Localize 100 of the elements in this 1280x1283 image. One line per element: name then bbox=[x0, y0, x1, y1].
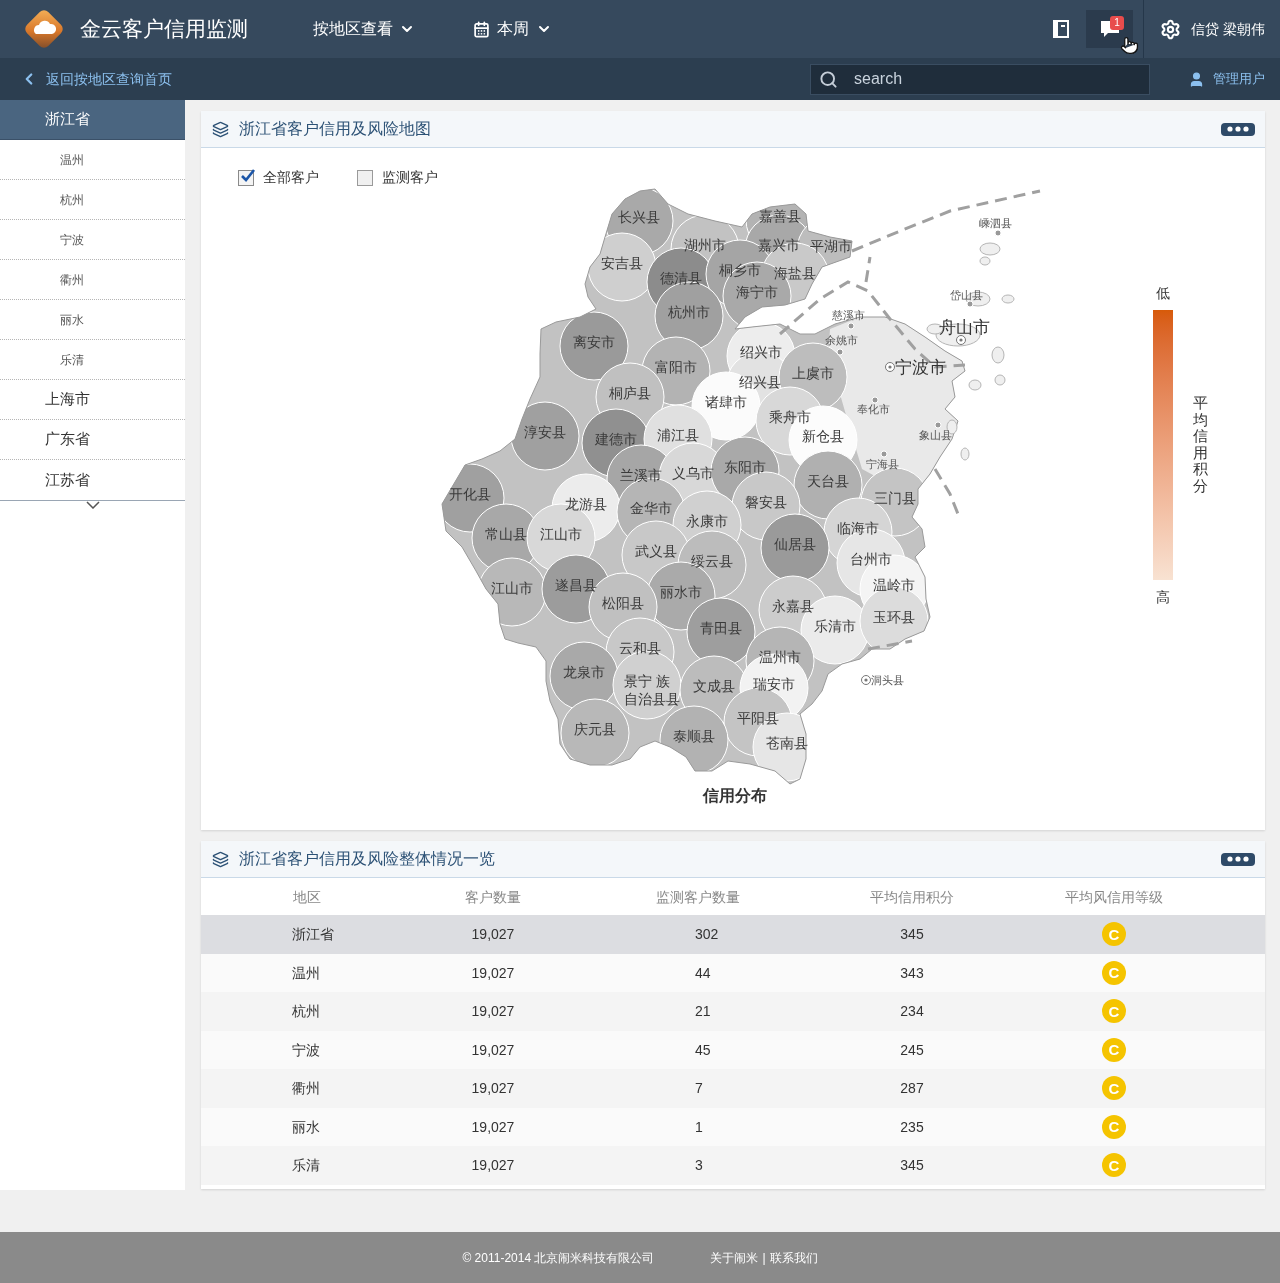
calendar-icon bbox=[473, 20, 490, 38]
table-cell: 343 bbox=[900, 964, 924, 981]
region-dropdown[interactable]: 按地区查看 bbox=[313, 17, 415, 41]
table-row[interactable]: 温州 19,027 44 343 C bbox=[201, 953, 1265, 992]
checkbox[interactable] bbox=[357, 169, 373, 186]
user-icon bbox=[1188, 70, 1205, 88]
grade-badge: C bbox=[1102, 960, 1126, 985]
map-label: 舟山市 bbox=[938, 318, 990, 336]
table-cell: 1 bbox=[695, 1118, 703, 1135]
map-label: 龙游县 bbox=[565, 497, 607, 511]
table-row[interactable]: 宁波 19,027 45 245 C bbox=[201, 1030, 1265, 1069]
map-label: 义乌市 bbox=[672, 466, 714, 480]
column-header: 客户数量 bbox=[465, 888, 521, 905]
map-label: 江山市 bbox=[491, 581, 533, 595]
card-title: 浙江省客户信用及风险整体情况一览 bbox=[239, 849, 495, 869]
period-dropdown[interactable]: 本周 bbox=[473, 17, 552, 41]
sidebar-item[interactable]: 浙江省 bbox=[0, 100, 185, 140]
layers-icon bbox=[212, 120, 229, 138]
table-row[interactable]: 丽水 19,027 1 235 C bbox=[201, 1107, 1265, 1146]
card-title: 浙江省客户信用及风险地图 bbox=[239, 119, 431, 139]
grade-badge: C bbox=[1102, 1153, 1126, 1178]
settings-icon[interactable] bbox=[1160, 18, 1182, 40]
search-icon bbox=[819, 69, 838, 89]
more-button[interactable] bbox=[1221, 852, 1255, 866]
table-cell: 丽水 bbox=[292, 1118, 320, 1135]
map-label: 东阳市 bbox=[724, 460, 766, 474]
table-cell: 19,027 bbox=[471, 1003, 515, 1020]
notification-badge: 1 bbox=[1110, 16, 1125, 30]
table-cell: 302 bbox=[695, 926, 719, 943]
map-label: 淳安县 bbox=[524, 425, 566, 439]
map-label: 象山县 bbox=[918, 429, 952, 441]
table-row[interactable]: 杭州 19,027 21 234 C bbox=[201, 992, 1265, 1031]
map-label: 遂昌县 bbox=[555, 578, 597, 592]
map-label: 常山县 bbox=[485, 527, 527, 541]
back-link[interactable]: 返回按地区查询首页 bbox=[20, 68, 172, 90]
legend-title: 平均信用积分 bbox=[1193, 395, 1208, 494]
table-cell: 乐清 bbox=[292, 1157, 320, 1174]
map-label: 桐乡市 bbox=[719, 263, 761, 277]
map-label: 杭州市 bbox=[668, 305, 710, 319]
admin-link[interactable]: 管理用户 bbox=[1188, 69, 1265, 89]
more-icon bbox=[1227, 126, 1249, 132]
map-label: 余姚市 bbox=[824, 334, 858, 346]
table-cell: 287 bbox=[900, 1080, 924, 1097]
more-button[interactable] bbox=[1221, 122, 1255, 136]
checkbox[interactable] bbox=[238, 169, 254, 186]
map-label: 温岭市 bbox=[873, 578, 915, 592]
grade-badge: C bbox=[1102, 1114, 1126, 1139]
map-label: 诸肆市 bbox=[705, 395, 747, 409]
map-label: 平阳县 bbox=[737, 711, 779, 725]
map-label: 仙居县 bbox=[774, 537, 816, 551]
map-label: 绍兴县 bbox=[739, 375, 781, 389]
link-separator: | bbox=[762, 1249, 766, 1267]
map-label: 金华市 bbox=[630, 501, 672, 515]
map-label: 文成县 bbox=[693, 679, 735, 693]
table-cell: 19,027 bbox=[471, 1118, 515, 1135]
table-cell: 44 bbox=[695, 964, 711, 981]
notebook-icon[interactable] bbox=[1053, 20, 1070, 38]
table-cell: 杭州 bbox=[292, 1003, 320, 1020]
map-label: 绥云县 bbox=[691, 554, 733, 568]
map-label: 湖州市 bbox=[684, 238, 726, 252]
map-label: 慈溪市 bbox=[831, 309, 865, 321]
map-label: 庆元县 bbox=[574, 722, 616, 736]
grade-badge: C bbox=[1102, 922, 1126, 947]
map-label: 绍兴市 bbox=[740, 345, 782, 359]
grade-badge: C bbox=[1102, 1076, 1126, 1101]
table-cell: 234 bbox=[900, 1003, 924, 1020]
table-cell: 3 bbox=[695, 1157, 703, 1174]
table-cell: 7 bbox=[695, 1080, 703, 1097]
table-cell: 浙江省 bbox=[292, 926, 334, 943]
table-cell: 19,027 bbox=[471, 1041, 515, 1058]
table-cell: 19,027 bbox=[471, 1080, 515, 1097]
grade-badge: C bbox=[1102, 999, 1126, 1024]
table-row[interactable]: 衢州 19,027 7 287 C bbox=[201, 1069, 1265, 1108]
map-label: 长兴县 bbox=[618, 210, 660, 224]
map-label: 龙泉市 bbox=[563, 665, 605, 679]
map-label: 宁海县 bbox=[865, 458, 899, 470]
map-label: 云和县 bbox=[619, 641, 661, 655]
table-cell: 21 bbox=[695, 1003, 711, 1020]
map-label: 岱山县 bbox=[949, 289, 983, 301]
map-label: 上虞市 bbox=[792, 366, 834, 380]
map-label: 三门县 bbox=[874, 491, 916, 505]
map-label: 富阳市 bbox=[655, 360, 697, 374]
map-label: 嘉兴市 bbox=[758, 238, 800, 252]
map-label: 嵊泗县 bbox=[978, 217, 1012, 229]
chevron-down-icon[interactable] bbox=[85, 501, 100, 509]
map-label: 永康市 bbox=[686, 514, 728, 528]
map-label: 桐庐县 bbox=[609, 386, 651, 400]
map-label: 景宁 族 bbox=[624, 674, 670, 688]
map-label: 松阳县 bbox=[602, 596, 644, 610]
map-label: 奉化市 bbox=[856, 403, 890, 415]
user-name[interactable]: 信贷 梁朝伟 bbox=[1191, 18, 1265, 40]
table-row[interactable]: 浙江省 19,027 302 345 C bbox=[201, 915, 1265, 954]
search-field[interactable]: search bbox=[810, 63, 1150, 95]
column-header: 平均信用积分 bbox=[870, 888, 954, 905]
table-cell: 宁波 bbox=[292, 1041, 320, 1058]
layers-icon bbox=[212, 850, 229, 868]
table-cell: 235 bbox=[900, 1118, 924, 1135]
legend-high-label: 高 bbox=[1156, 588, 1170, 606]
table-row[interactable]: 乐清 19,027 3 345 C bbox=[201, 1146, 1265, 1185]
map-label: 永嘉县 bbox=[772, 599, 814, 613]
